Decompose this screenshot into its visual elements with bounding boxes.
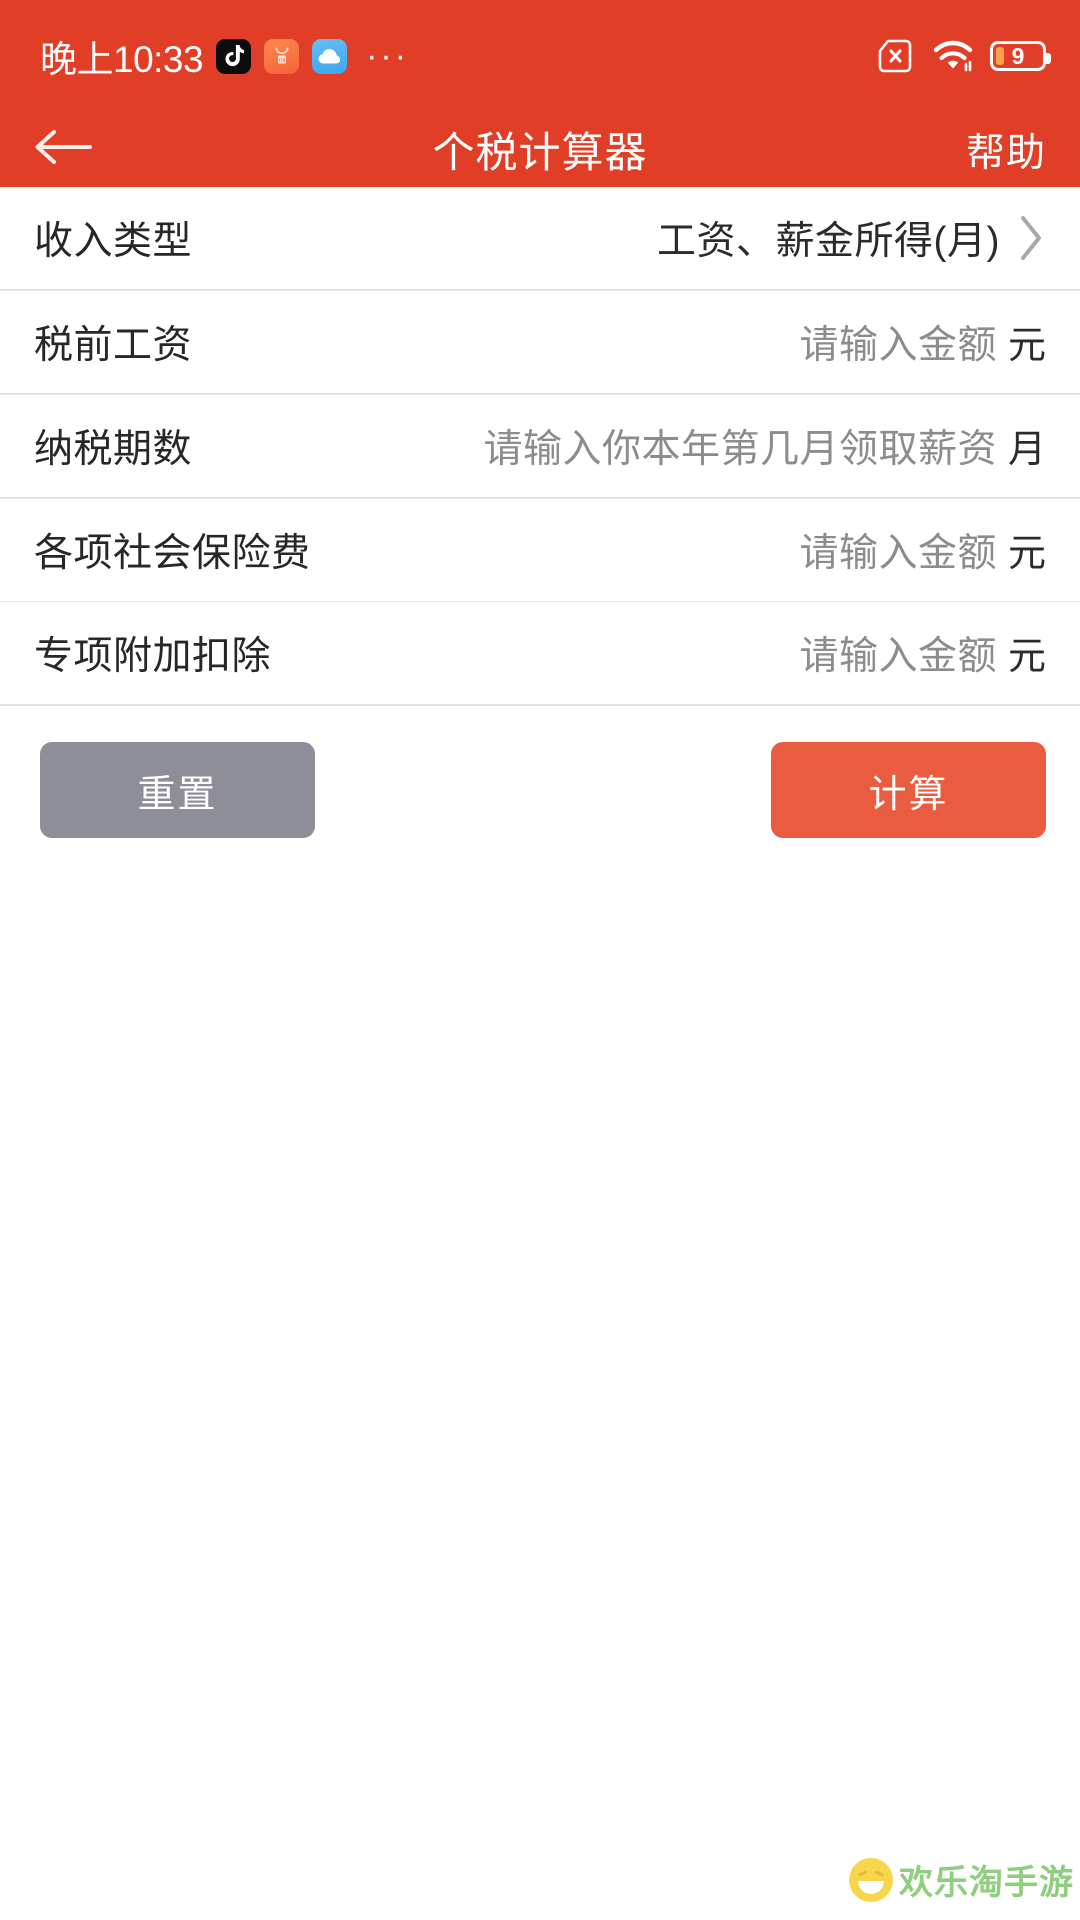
income-type-value: 工资、薪金所得(月) [657, 220, 1000, 263]
row-income-type[interactable]: 收入类型 工资、薪金所得(月) [0, 187, 1080, 289]
row-tax-period[interactable]: 纳税期数 请输入你本年第几月领取薪资 月 [0, 395, 1080, 497]
sim-card-disabled-icon [876, 39, 916, 73]
row-value-group: 工资、薪金所得(月) [657, 210, 1000, 266]
calculate-button[interactable]: 计算 [771, 742, 1046, 838]
battery-icon: 9 [990, 41, 1051, 71]
pretax-salary-input[interactable]: 请输入金额 [799, 314, 997, 370]
tax-period-unit: 月 [1007, 429, 1046, 471]
watermark: 欢乐淘手游 [849, 1855, 1074, 1904]
chevron-right-icon [1016, 212, 1046, 264]
row-value-group: 请输入金额 元 [799, 314, 1046, 370]
smiley-face-icon [849, 1857, 893, 1902]
row-pretax-salary[interactable]: 税前工资 请输入金额 元 [0, 291, 1080, 393]
status-bar-left: 晚上10:33 mi ··· [40, 29, 409, 83]
row-special-deduction[interactable]: 专项附加扣除 请输入金额 元 [0, 602, 1080, 704]
row-label: 专项附加扣除 [34, 635, 272, 678]
battery-level-text: 9 [1011, 43, 1025, 69]
app-screen: 晚上10:33 mi ··· 9 个税计算器 帮助 收入类型 工资、薪金所得(月… [0, 0, 1080, 1920]
special-deduction-unit: 元 [1007, 636, 1046, 678]
social-insurance-unit: 元 [1007, 533, 1046, 575]
page-title: 个税计算器 [432, 129, 648, 176]
row-value-group: 请输入金额 元 [799, 522, 1046, 578]
tax-period-input[interactable]: 请输入你本年第几月领取薪资 [483, 418, 997, 474]
row-label: 各项社会保险费 [34, 532, 311, 575]
back-arrow-icon [32, 125, 94, 174]
watermark-text: 欢乐淘手游 [899, 1864, 1074, 1902]
pretax-salary-unit: 元 [1007, 325, 1046, 367]
action-button-row: 重置 计算 [0, 706, 1080, 838]
status-bar: 晚上10:33 mi ··· 9 [0, 0, 1080, 112]
special-deduction-input[interactable]: 请输入金额 [799, 625, 997, 681]
tax-form-list: 收入类型 工资、薪金所得(月) 税前工资 请输入金额 元 纳税期数 请输入你本年… [0, 187, 1080, 706]
status-more-dots: ··· [366, 37, 410, 75]
row-value-group: 请输入金额 元 [799, 625, 1046, 681]
row-label: 纳税期数 [34, 428, 193, 471]
row-label: 收入类型 [34, 220, 193, 263]
status-bar-right: 9 [876, 39, 1051, 73]
tiktok-app-icon [216, 38, 252, 74]
reset-button[interactable]: 重置 [40, 742, 315, 838]
row-social-insurance[interactable]: 各项社会保险费 请输入金额 元 [0, 499, 1080, 601]
wifi-icon [932, 39, 974, 73]
svg-text:mi: mi [278, 57, 285, 64]
xiaomi-store-app-icon: mi [264, 38, 300, 74]
status-clock: 晚上10:33 [40, 39, 204, 80]
social-insurance-input[interactable]: 请输入金额 [799, 522, 997, 578]
nav-bar: 个税计算器 帮助 [0, 112, 1080, 187]
row-label: 税前工资 [34, 324, 193, 367]
back-button[interactable] [32, 113, 106, 187]
help-button[interactable]: 帮助 [966, 122, 1046, 178]
row-value-group: 请输入你本年第几月领取薪资 月 [483, 418, 1046, 474]
cloud-app-icon [312, 38, 348, 74]
